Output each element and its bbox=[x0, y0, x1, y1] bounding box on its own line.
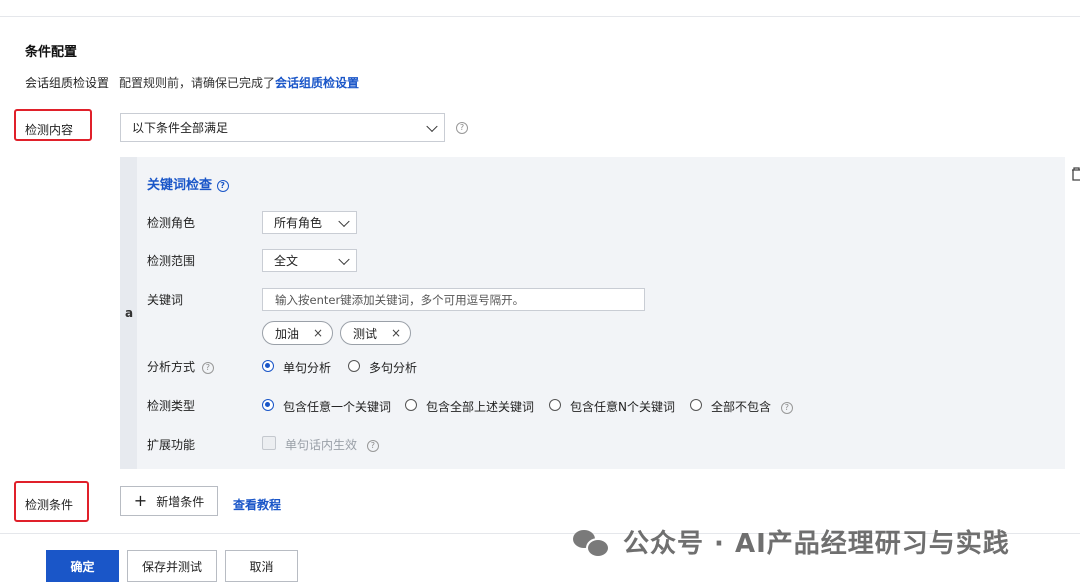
watermark-text: 公众号 · AI产品经理研习与实践 bbox=[623, 529, 1010, 559]
single-sentence-checkbox-label: 单句话内生效 ? bbox=[285, 436, 379, 453]
help-icon[interactable]: ? bbox=[780, 402, 793, 414]
single-sentence-checkbox[interactable] bbox=[262, 436, 276, 450]
plus-icon: + bbox=[133, 491, 148, 510]
detect-condition-label: 检测条件 bbox=[25, 498, 74, 512]
radio-multi-sentence[interactable] bbox=[348, 360, 360, 372]
confirm-button[interactable]: 确定 bbox=[46, 550, 119, 582]
keywords-input[interactable]: 输入按enter键添加关键词，多个可用逗号隔开。 bbox=[262, 288, 645, 311]
scope-select-value: 全文 bbox=[274, 254, 299, 268]
tutorial-link[interactable]: 查看教程 bbox=[233, 496, 281, 513]
radio-multi-sentence-label: 多句分析 bbox=[369, 361, 418, 375]
detect-content-select-value: 以下条件全部满足 bbox=[132, 121, 229, 135]
help-icon[interactable]: ? bbox=[201, 362, 214, 374]
watermark: 公众号 · AI产品经理研习与实践 bbox=[573, 523, 1010, 560]
radio-single-sentence[interactable] bbox=[262, 360, 274, 372]
help-icon[interactable]: ? bbox=[366, 440, 379, 452]
detect-type-label: 检测类型 bbox=[147, 399, 196, 413]
session-setting-note: 配置规则前，请确保已完成了会话组质检设置 bbox=[119, 74, 359, 91]
chevron-down-icon bbox=[426, 120, 438, 132]
radio-none-label: 全部不包含 ? bbox=[711, 398, 793, 415]
extension-label: 扩展功能 bbox=[147, 438, 196, 452]
radio-all-keywords-label: 包含全部上述关键词 bbox=[426, 400, 535, 414]
radio-n-keywords-label: 包含任意N个关键词 bbox=[570, 400, 675, 414]
close-icon[interactable]: × bbox=[313, 326, 323, 340]
detect-content-label: 检测内容 bbox=[25, 123, 74, 137]
condition-panel bbox=[120, 157, 1065, 469]
add-condition-button[interactable]: + 新增条件 bbox=[120, 486, 218, 516]
analysis-label: 分析方式 ? bbox=[147, 358, 214, 375]
radio-any-keyword[interactable] bbox=[262, 399, 274, 411]
save-and-test-button[interactable]: 保存并测试 bbox=[127, 550, 217, 582]
analysis-label-text: 分析方式 bbox=[147, 360, 196, 374]
radio-all-keywords[interactable] bbox=[405, 399, 417, 411]
detect-content-select[interactable]: 以下条件全部满足 bbox=[120, 113, 445, 142]
cancel-button[interactable]: 取消 bbox=[225, 550, 298, 582]
keyword-tag: 加油 × bbox=[262, 321, 333, 345]
radio-none-text: 全部不包含 bbox=[711, 400, 772, 414]
keyword-tag-text: 测试 bbox=[353, 326, 378, 341]
help-icon[interactable]: ? bbox=[456, 122, 468, 134]
scope-label: 检测范围 bbox=[147, 254, 196, 268]
section-title: 条件配置 bbox=[25, 45, 78, 60]
role-select-value: 所有角色 bbox=[274, 216, 323, 230]
session-setting-label: 会话组质检设置 bbox=[25, 76, 110, 90]
wechat-icon bbox=[573, 528, 610, 558]
condition-title: 关键词检查 ? bbox=[147, 174, 229, 193]
chevron-down-icon bbox=[338, 253, 350, 265]
keyword-tag: 测试 × bbox=[340, 321, 411, 345]
role-label: 检测角色 bbox=[147, 216, 196, 230]
add-condition-label: 新增条件 bbox=[156, 494, 205, 509]
radio-single-sentence-label: 单句分析 bbox=[283, 361, 332, 375]
condition-index: a bbox=[125, 306, 134, 320]
keywords-label: 关键词 bbox=[147, 293, 184, 307]
radio-n-keywords[interactable] bbox=[549, 399, 561, 411]
chevron-down-icon bbox=[338, 215, 350, 227]
radio-any-keyword-label: 包含任意一个关键词 bbox=[283, 400, 392, 414]
note-prefix: 配置规则前，请确保已完成了 bbox=[119, 76, 276, 90]
delete-icon[interactable] bbox=[1071, 166, 1080, 182]
scope-select[interactable]: 全文 bbox=[262, 249, 357, 272]
single-sentence-checkbox-text: 单句话内生效 bbox=[285, 438, 358, 452]
role-select[interactable]: 所有角色 bbox=[262, 211, 357, 234]
session-setting-link[interactable]: 会话组质检设置 bbox=[275, 76, 359, 90]
help-icon[interactable]: ? bbox=[216, 180, 229, 192]
top-divider bbox=[0, 16, 1080, 17]
radio-none[interactable] bbox=[690, 399, 702, 411]
keywords-placeholder: 输入按enter键添加关键词，多个可用逗号隔开。 bbox=[275, 292, 525, 307]
close-icon[interactable]: × bbox=[391, 326, 401, 340]
condition-title-text: 关键词检查 bbox=[147, 178, 213, 193]
keyword-tag-text: 加油 bbox=[275, 326, 300, 341]
